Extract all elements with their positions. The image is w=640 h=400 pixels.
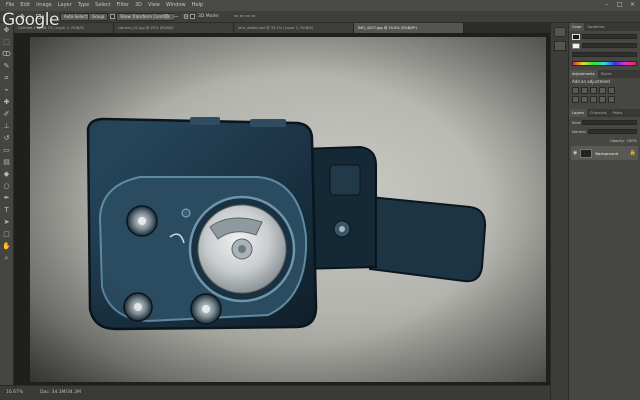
brush-tool-icon[interactable]: ✐ xyxy=(2,109,12,119)
menu-view[interactable]: View xyxy=(148,2,160,8)
canvas-area[interactable] xyxy=(14,33,550,385)
menu-filter[interactable]: Filter xyxy=(117,2,129,8)
mode-3d-label: 3D Mode: xyxy=(198,14,220,19)
blend-mode-field[interactable] xyxy=(587,129,637,134)
vintage-camera-photo xyxy=(86,117,487,331)
pen-tool-icon[interactable]: ✒ xyxy=(2,193,12,203)
history-brush-icon[interactable]: ↺ xyxy=(2,133,12,143)
show-transform-checkbox[interactable] xyxy=(110,14,115,19)
layer-filter-field[interactable] xyxy=(582,120,637,125)
opacity-label: Opacity: xyxy=(609,138,625,143)
levels-adjust-icon[interactable] xyxy=(581,87,588,94)
eraser-tool-icon[interactable]: ▭ xyxy=(2,145,12,155)
maximize-button[interactable]: □ xyxy=(616,2,623,8)
exposure-adjust-icon[interactable] xyxy=(599,87,606,94)
minimize-button[interactable]: – xyxy=(603,2,610,8)
blur-tool-icon[interactable]: ◆ xyxy=(2,169,12,179)
tab-channels[interactable]: Channels xyxy=(587,109,610,117)
channel-mixer-adjust-icon[interactable] xyxy=(608,96,615,103)
layer-lock-icon: 🔒 xyxy=(629,150,636,156)
settings-icon[interactable]: ⚙ xyxy=(182,13,190,21)
hue-adjust-icon[interactable] xyxy=(572,96,579,103)
tab-paths[interactable]: Paths xyxy=(610,109,626,117)
type-tool-icon[interactable]: T xyxy=(2,205,12,215)
marquee-tool-icon[interactable]: ⬚ xyxy=(2,37,12,47)
menu-3d[interactable]: 3D xyxy=(135,2,142,8)
mode-3d-checkbox[interactable] xyxy=(190,14,195,19)
opacity-value[interactable]: 100% xyxy=(627,139,637,143)
menu-select[interactable]: Select xyxy=(95,2,110,8)
google-logo-watermark: Google xyxy=(2,10,59,30)
menu-layer[interactable]: Layer xyxy=(58,2,72,8)
tab-swatches[interactable]: Swatches xyxy=(584,23,607,31)
color-spectrum-bar[interactable] xyxy=(572,60,637,66)
properties-panel-icon[interactable] xyxy=(553,41,566,51)
healing-tool-icon[interactable]: ✚ xyxy=(2,97,12,107)
quick-select-tool-icon[interactable]: ✎ xyxy=(2,61,12,71)
options-bar: ✥ Auto-Select: Group Show Transform Cont… xyxy=(0,11,640,23)
color-panel: Color Swatches xyxy=(569,23,640,66)
color-slider-r[interactable] xyxy=(582,34,637,39)
layers-panel: Layers Channels Paths Kind Normal Opacit… xyxy=(569,109,640,160)
adjustments-heading: Add an adjustment xyxy=(572,79,611,84)
gradient-tool-icon[interactable]: ▤ xyxy=(2,157,12,167)
curves-adjust-icon[interactable] xyxy=(590,87,597,94)
menu-edit[interactable]: Edit xyxy=(20,2,30,8)
zoom-tool-icon[interactable]: ⌕ xyxy=(2,253,12,263)
tools-panel: ✥ ⬚ ↀ ✎ ⌗ ⌁ ✚ ✐ ⊥ ↺ ▭ ▤ ◆ ○ ✒ T ➤ ▢ ✋ ⌕ xyxy=(0,23,14,385)
tab-adjustments[interactable]: Adjustments xyxy=(569,70,598,78)
dodge-tool-icon[interactable]: ○ xyxy=(2,181,12,191)
document-tabs: Untitled-1 @ 66.7% (Layer 1, RGB/8) came… xyxy=(14,23,550,33)
blend-mode-dropdown[interactable]: Normal xyxy=(572,129,586,134)
layer-name[interactable]: Background xyxy=(595,151,618,156)
align-middle-icon[interactable]: ⊢ xyxy=(172,13,180,21)
tab-document-3[interactable]: lens_detail.psd @ 33.3% (Layer 2, RGB/8) xyxy=(234,23,354,33)
document-photo[interactable] xyxy=(30,37,546,382)
crop-tool-icon[interactable]: ⌗ xyxy=(2,73,12,83)
photo-filter-adjust-icon[interactable] xyxy=(599,96,606,103)
adjustments-panel: Adjustments Styles Add an adjustment xyxy=(569,70,640,103)
menu-bar: File Edit Image Layer Type Select Filter… xyxy=(0,0,640,11)
black-white-adjust-icon[interactable] xyxy=(590,96,597,103)
document-info: Doc: 34.3M/34.3M xyxy=(40,390,81,395)
shape-tool-icon[interactable]: ▢ xyxy=(2,229,12,239)
close-button[interactable]: × xyxy=(629,2,636,8)
vibrance-adjust-icon[interactable] xyxy=(608,87,615,94)
right-panel-dock: Color Swatches Adjustments Styles Add an… xyxy=(568,23,640,400)
status-bar: 16.67% Doc: 34.3M/34.3M xyxy=(0,385,550,400)
background-color-swatch[interactable] xyxy=(572,42,580,49)
color-slider-b[interactable] xyxy=(572,52,637,57)
brightness-adjust-icon[interactable] xyxy=(572,87,579,94)
tab-styles[interactable]: Styles xyxy=(598,70,615,78)
auto-select-dropdown[interactable]: Group xyxy=(88,13,109,21)
visibility-eye-icon[interactable]: ◉ xyxy=(573,150,577,156)
path-select-icon[interactable]: ➤ xyxy=(2,217,12,227)
menu-type[interactable]: Type xyxy=(78,2,89,8)
menu-image[interactable]: Image xyxy=(36,2,52,8)
lasso-tool-icon[interactable]: ↀ xyxy=(2,49,12,59)
tab-color[interactable]: Color xyxy=(569,23,585,31)
tab-layers[interactable]: Layers xyxy=(569,109,587,117)
align-top-icon[interactable]: ⊤ xyxy=(162,13,170,21)
menu-window[interactable]: Window xyxy=(166,2,186,8)
history-panel-icon[interactable] xyxy=(553,27,566,37)
menu-help[interactable]: Help xyxy=(192,2,203,8)
menu-items: File Edit Image Layer Type Select Filter… xyxy=(6,2,203,8)
layer-thumbnail xyxy=(580,148,593,158)
tab-document-2[interactable]: camera_01.jpg @ 25% (RGB/8) xyxy=(114,23,234,33)
stamp-tool-icon[interactable]: ⊥ xyxy=(2,121,12,131)
window-controls: – □ × xyxy=(603,2,636,8)
foreground-color-swatch[interactable] xyxy=(572,33,580,40)
zoom-level[interactable]: 16.67% xyxy=(6,390,23,395)
color-balance-adjust-icon[interactable] xyxy=(581,96,588,103)
eyedropper-tool-icon[interactable]: ⌁ xyxy=(2,85,12,95)
menu-file[interactable]: File xyxy=(6,2,14,8)
hand-tool-icon[interactable]: ✋ xyxy=(2,241,12,251)
layer-row-background[interactable]: ◉ Background 🔒 xyxy=(571,146,638,160)
collapsed-panel-strip xyxy=(550,23,568,400)
mode-3d-dropdown[interactable]: ▭ ▭ ▭ ▭ xyxy=(234,14,255,19)
tab-document-active[interactable]: IMG_4207.jpg @ 20.8% (RGB/8*) xyxy=(354,23,464,33)
layer-filter-kind[interactable]: Kind xyxy=(572,120,580,125)
color-slider-g[interactable] xyxy=(582,43,637,48)
